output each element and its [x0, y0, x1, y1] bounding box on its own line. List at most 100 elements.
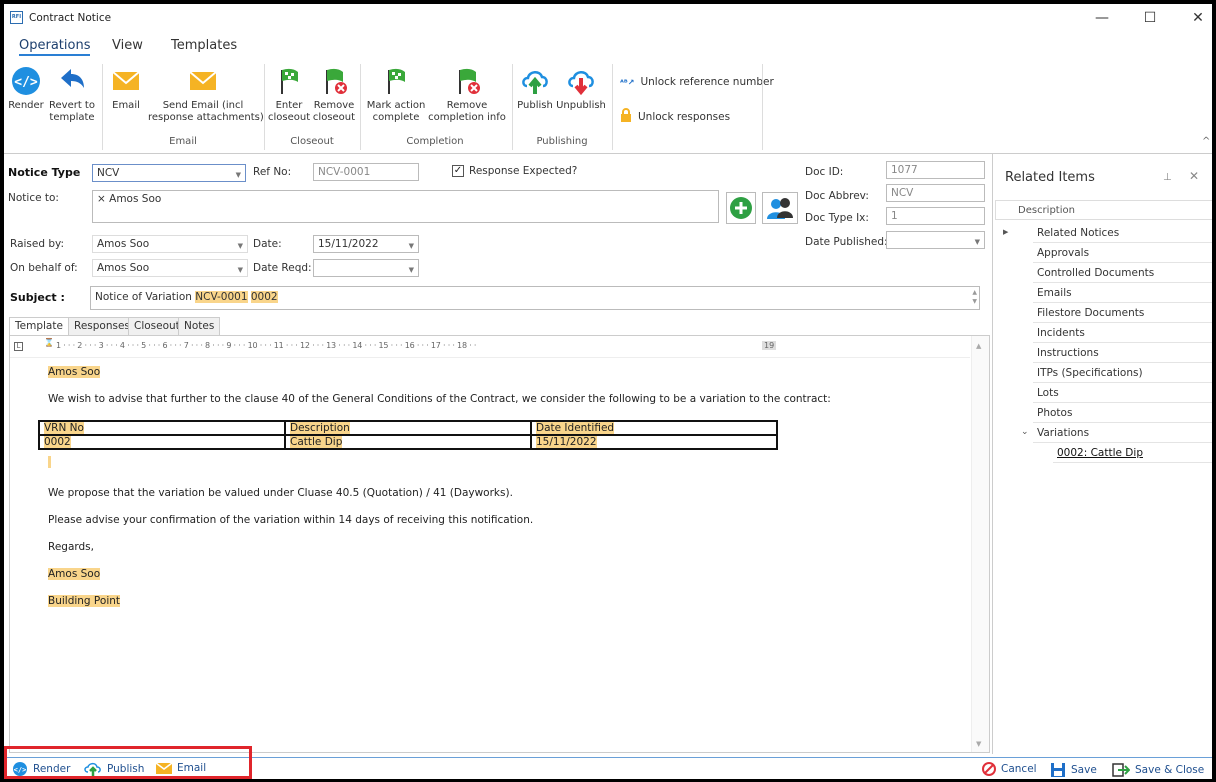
raised-by-label: Raised by:	[10, 238, 65, 250]
related-item-approvals[interactable]: Approvals	[1033, 243, 1212, 263]
unpublish-button[interactable]: Unpublish	[556, 66, 606, 112]
related-item-photos[interactable]: Photos	[1033, 403, 1212, 423]
cloud-download-icon	[566, 66, 596, 96]
notice-type-select[interactable]: NCV ▼	[92, 164, 246, 182]
expand-arrow-icon[interactable]: ▶	[1003, 228, 1008, 236]
unlock-reference-number-button[interactable]: ᴬᴮ↗ Unlock reference number	[620, 76, 774, 88]
flag-remove-icon	[452, 66, 482, 96]
maximize-button[interactable]: ☐	[1138, 8, 1162, 28]
date-label: Date:	[253, 238, 282, 250]
chevron-down-icon: ▼	[237, 266, 243, 274]
cloud-upload-icon	[520, 66, 550, 96]
ref-no-label: Ref No:	[253, 166, 292, 178]
table-header: VRN No	[38, 420, 286, 436]
related-item-notices[interactable]: Related Notices	[1033, 223, 1212, 243]
subject-field[interactable]: Notice of Variation NCV-0001 0002 ▲ ▼	[90, 286, 980, 310]
editor-scrollbar[interactable]: ▲ ▼	[971, 336, 989, 752]
send-email-button[interactable]: Send Email (incl response attachments)	[148, 66, 264, 124]
related-item-itps[interactable]: ITPs (Specifications)	[1033, 363, 1212, 383]
variation-link-cattle-dip[interactable]: 0002: Cattle Dip	[1053, 443, 1212, 463]
doc-type-ix-field[interactable]: 1	[886, 207, 985, 225]
close-button[interactable]: ✕	[1186, 8, 1210, 28]
plus-circle-icon	[730, 197, 752, 219]
related-item-filestore-documents[interactable]: Filestore Documents	[1033, 303, 1212, 323]
group-label-completion: Completion	[406, 136, 464, 147]
collapse-arrow-icon[interactable]: ⌄	[1021, 427, 1029, 437]
table-header: Description	[284, 420, 532, 436]
on-behalf-of-label: On behalf of:	[10, 262, 78, 274]
chevron-down-icon: ▼	[408, 242, 414, 250]
table-cell: Cattle Dip	[284, 434, 532, 450]
recipient-token[interactable]: × Amos Soo	[97, 193, 161, 205]
related-item-instructions[interactable]: Instructions	[1033, 343, 1212, 363]
tab-templates[interactable]: Templates	[171, 38, 237, 53]
doc-abbrev-label: Doc Abbrev:	[805, 190, 869, 202]
related-item-incidents[interactable]: Incidents	[1033, 323, 1212, 343]
app-icon: RFI	[10, 11, 23, 24]
date-published-field[interactable]: ▼	[886, 231, 985, 249]
padlock-icon	[620, 108, 632, 125]
confirmation-paragraph: Please advise your confirmation of the v…	[48, 514, 534, 526]
table-header-row: VRN No Description Date Identified	[38, 420, 778, 436]
tab-operations[interactable]: Operations	[19, 38, 91, 56]
tab-template[interactable]: Template	[9, 317, 69, 336]
related-item-lots[interactable]: Lots	[1033, 383, 1212, 403]
cancel-button[interactable]: Cancel	[982, 762, 1037, 776]
table-row: 0002 Cattle Dip 15/11/2022	[38, 434, 778, 450]
table-cell: 15/11/2022	[530, 434, 778, 450]
enter-closeout-button[interactable]: Enter closeout	[268, 66, 310, 124]
related-items-title: Related Items	[1005, 170, 1095, 185]
render-button[interactable]: </> Render	[8, 66, 44, 112]
window-title: Contract Notice	[29, 12, 112, 24]
scroll-down-icon[interactable]: ▼	[976, 740, 981, 748]
column-header-description[interactable]: Description	[995, 200, 1212, 220]
company-name: Building Point	[48, 595, 121, 607]
notice-to-field[interactable]: × Amos Soo	[92, 190, 719, 223]
remove-completion-info-button[interactable]: Remove completion info	[428, 66, 506, 124]
title-bar: RFI Contract Notice — ☐ ✕	[4, 4, 1212, 32]
revert-to-template-button[interactable]: Revert to template	[48, 66, 96, 124]
checkered-flag-icon	[274, 66, 304, 96]
response-expected-checkbox[interactable]: ✓	[452, 165, 464, 177]
exit-arrow-icon	[1112, 763, 1130, 777]
doc-abbrev-field[interactable]: NCV	[886, 184, 985, 202]
indent-marker-icon[interactable]: ⌛	[44, 338, 54, 347]
related-item-variations[interactable]: Variations	[1033, 423, 1212, 443]
remove-closeout-button[interactable]: Remove closeout	[312, 66, 356, 124]
ribbon: </> Render Revert to template Email Send…	[4, 60, 1212, 154]
scroll-up-icon[interactable]: ▲	[976, 342, 981, 350]
related-item-controlled-documents[interactable]: Controlled Documents	[1033, 263, 1212, 283]
date-picker[interactable]: 15/11/2022 ▼	[313, 235, 419, 253]
tab-view[interactable]: View	[112, 38, 143, 53]
close-panel-icon[interactable]: ✕	[1189, 169, 1199, 183]
contacts-button[interactable]	[762, 192, 798, 224]
save-and-close-button[interactable]: Save & Close	[1112, 762, 1204, 778]
floppy-disk-icon	[1051, 763, 1065, 777]
pin-icon[interactable]: ⊥	[1163, 172, 1172, 183]
intro-paragraph: We wish to advise that further to the cl…	[48, 393, 831, 405]
publish-button[interactable]: Publish	[516, 66, 554, 112]
doc-id-field[interactable]: 1077	[886, 161, 985, 179]
email-button[interactable]: Email	[108, 66, 144, 112]
doc-type-ix-label: Doc Type Ix:	[805, 212, 869, 224]
save-button[interactable]: Save	[1050, 762, 1097, 778]
chevron-down-icon: ▼	[974, 238, 980, 246]
minimize-button[interactable]: —	[1090, 8, 1114, 28]
subject-scroll-arrows[interactable]: ▲ ▼	[972, 288, 977, 306]
add-recipient-button[interactable]	[726, 192, 756, 224]
on-behalf-of-select[interactable]: Amos Soo ▼	[92, 259, 248, 277]
collapse-ribbon-icon[interactable]: ^	[1202, 136, 1210, 147]
related-item-emails[interactable]: Emails	[1033, 283, 1212, 303]
date-reqd-picker[interactable]: ▼	[313, 259, 419, 277]
tab-stop-icon[interactable]: L	[14, 342, 23, 351]
mark-action-complete-button[interactable]: Mark action complete	[366, 66, 426, 124]
ref-no-field[interactable]: NCV-0001	[313, 163, 419, 181]
group-label-email: Email	[169, 136, 197, 147]
svg-text:</>: </>	[14, 75, 38, 90]
related-items-panel: Related Items ⊥ ✕ Description ▶ Related …	[992, 154, 1212, 754]
unlock-responses-button[interactable]: Unlock responses	[620, 108, 730, 125]
tab-notes[interactable]: Notes	[178, 317, 221, 335]
tab-responses[interactable]: Responses	[68, 317, 136, 335]
raised-by-select[interactable]: Amos Soo ▼	[92, 235, 248, 253]
document-editor[interactable]: L ⌛ 1 · · · 2 · · · 3 · · · 4 · · · 5 · …	[9, 335, 990, 753]
